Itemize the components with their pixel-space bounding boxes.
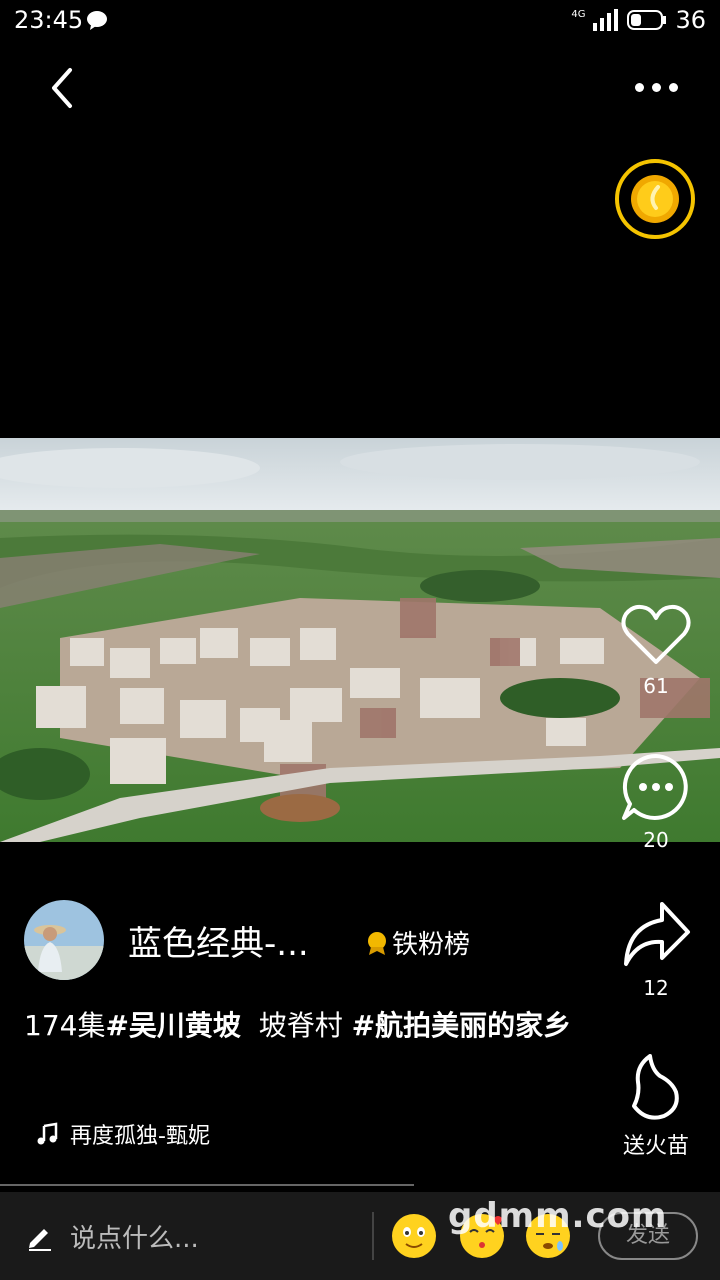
hashtag-link[interactable]: #航拍美丽的家乡 (352, 1009, 571, 1042)
gift-label: 送火苗 (622, 1134, 689, 1159)
watermark-text: gdmm.com (448, 1196, 668, 1236)
episode-label: 174集 (24, 1009, 106, 1042)
fan-rank-label: 铁粉榜 (392, 930, 471, 960)
coin-reward-icon[interactable] (614, 158, 696, 240)
smile-emoji-icon[interactable] (390, 1212, 438, 1260)
comment-placeholder: 说点什么... (70, 1224, 199, 1254)
comment-icon (622, 753, 688, 820)
video-progress-bar[interactable] (0, 1184, 414, 1186)
like-count: 61 (643, 674, 669, 698)
music-info[interactable]: 再度孤独-甄妮 (36, 1118, 210, 1150)
network-label: 4G (571, 8, 586, 20)
share-icon (624, 902, 690, 966)
video-player[interactable] (0, 438, 720, 842)
send-flame-button[interactable]: 送火苗 (616, 1052, 696, 1160)
comment-count: 20 (643, 828, 669, 852)
place-label: 坡脊村 (258, 1009, 343, 1042)
pen-icon (29, 1228, 51, 1251)
author-info[interactable]: 蓝色经典-... (24, 900, 338, 980)
status-time: 23:45 (14, 6, 84, 34)
heart-icon (621, 604, 691, 664)
comment-input[interactable]: 说点什么... (26, 1218, 199, 1255)
fan-rank-link[interactable]: 铁粉榜 (366, 924, 470, 961)
dot (668, 82, 678, 92)
battery-level: 36 (675, 6, 706, 34)
like-button[interactable]: 61 (616, 602, 696, 698)
hashtag-link[interactable]: #吴川黄坡 (105, 1009, 240, 1042)
comment-button[interactable]: 20 (616, 752, 696, 852)
music-title: 再度孤独-甄妮 (70, 1124, 210, 1149)
medal-icon (368, 931, 386, 955)
status-right: 4G 36 (571, 6, 706, 34)
video-caption: 174集#吴川黄坡 坡脊村 #航拍美丽的家乡 (24, 1006, 584, 1046)
flame-icon (632, 1054, 679, 1120)
avatar[interactable] (24, 900, 104, 980)
dot (634, 82, 644, 92)
back-button[interactable] (44, 62, 84, 114)
status-bar: 23:45 4G 36 (0, 0, 720, 40)
divider (372, 1212, 374, 1260)
battery-icon (627, 10, 667, 30)
share-button[interactable]: 12 (616, 900, 696, 1000)
more-options-button[interactable] (628, 72, 684, 102)
message-icon (87, 11, 107, 30)
signal-icon (593, 9, 619, 31)
author-name[interactable]: 蓝色经典-... (128, 916, 338, 965)
share-count: 12 (643, 976, 669, 1000)
dot (651, 82, 661, 92)
music-note-icon (37, 1122, 58, 1145)
